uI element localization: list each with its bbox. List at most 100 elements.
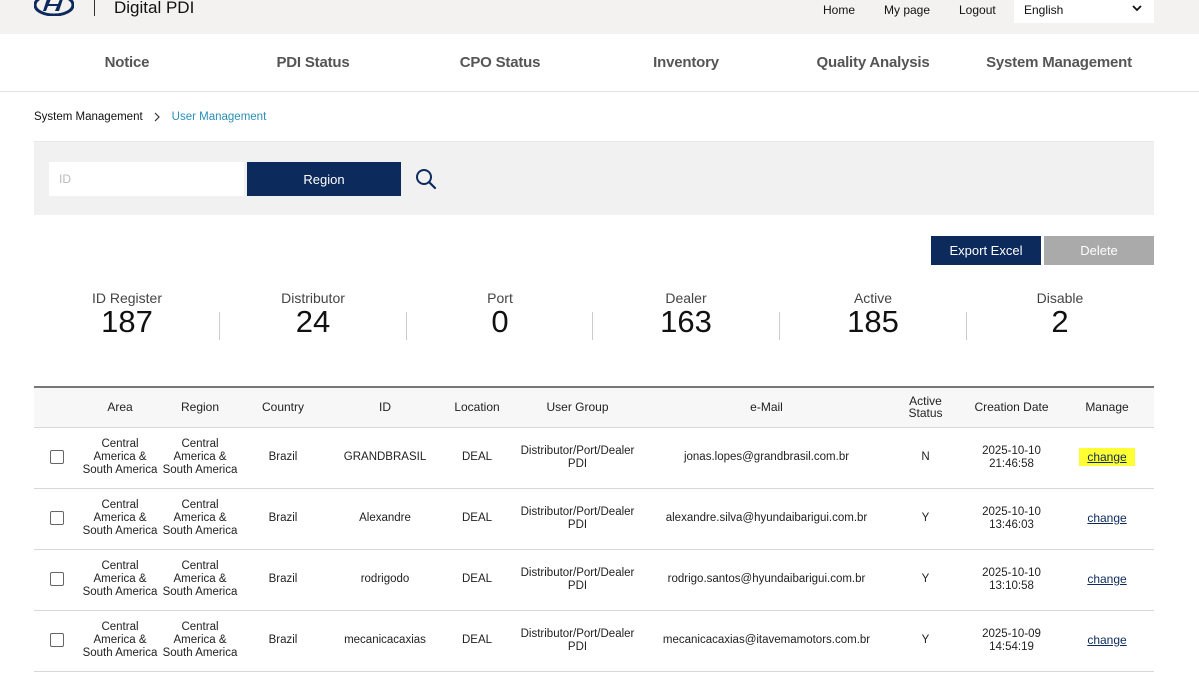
language-select[interactable]: English xyxy=(1014,0,1154,23)
hyundai-logo[interactable] xyxy=(34,0,74,16)
stat-value: 163 xyxy=(660,304,712,339)
col-location: Location xyxy=(454,400,500,415)
export-excel-button[interactable]: Export Excel xyxy=(931,236,1041,265)
stat-disable: Disable 2 xyxy=(967,290,1153,338)
cell-manage: change xyxy=(1060,610,1154,671)
home-link[interactable]: Home xyxy=(823,3,855,17)
cell-email: rodrigo.santos@hyundaibarigui.com.br xyxy=(667,573,866,585)
delete-button[interactable]: Delete xyxy=(1044,236,1154,265)
cell-region: Central America & South America xyxy=(162,499,238,537)
cell-area: Central America & South America xyxy=(82,438,158,476)
stat-value: 24 xyxy=(295,304,331,339)
my-page-link[interactable]: My page xyxy=(884,3,930,17)
cell-email: mecanicacaxias@itavemamotors.com.br xyxy=(662,634,871,646)
logo-divider xyxy=(94,0,95,16)
cell-id: mecanicacaxias xyxy=(344,634,426,646)
col-user-group: User Group xyxy=(546,400,609,415)
nav-pdi-status[interactable]: PDI Status xyxy=(213,54,413,71)
row-checkbox[interactable] xyxy=(50,572,64,587)
cell-creation-date: 2025-10-10 13:10:58 xyxy=(963,549,1060,610)
cell-location: DEAL xyxy=(461,573,493,585)
col-active-status: Active Status xyxy=(908,394,943,421)
breadcrumb-current: User Management xyxy=(171,111,267,123)
main-nav: Notice PDI Status CPO Status Inventory Q… xyxy=(0,34,1199,92)
creation-date: 2025-10-09 xyxy=(982,627,1041,640)
change-link[interactable]: change xyxy=(1079,570,1134,588)
change-link[interactable]: change xyxy=(1079,509,1134,527)
cell-manage: change xyxy=(1060,488,1154,549)
stat-active: Active 185 xyxy=(780,290,966,338)
user-table: Area Region Country ID Location User Gro… xyxy=(34,386,1154,672)
nav-notice[interactable]: Notice xyxy=(27,54,227,71)
col-manage: Manage xyxy=(1085,400,1129,415)
cell-location: DEAL xyxy=(461,634,493,646)
nav-cpo-status[interactable]: CPO Status xyxy=(400,54,600,71)
creation-time: 13:46:03 xyxy=(989,518,1034,531)
breadcrumb-parent[interactable]: System Management xyxy=(34,111,143,123)
cell-id: rodrigodo xyxy=(360,573,410,585)
stat-value: 0 xyxy=(491,304,509,339)
search-icon[interactable] xyxy=(414,167,438,191)
cell-area: Central America & South America xyxy=(82,499,158,537)
col-select xyxy=(34,387,80,427)
id-search-input[interactable] xyxy=(49,162,244,196)
creation-time: 14:54:19 xyxy=(989,640,1034,653)
language-value: English xyxy=(1024,3,1064,17)
stat-value: 187 xyxy=(101,304,153,339)
nav-inventory[interactable]: Inventory xyxy=(586,54,786,71)
stat-port: Port 0 xyxy=(407,290,593,338)
search-panel: Region xyxy=(34,141,1154,215)
cell-region: Central America & South America xyxy=(162,438,238,476)
table-row: Central America & South America Central … xyxy=(34,488,1154,549)
cell-active-status: Y xyxy=(921,634,930,646)
table-row: Central America & South America Central … xyxy=(34,549,1154,610)
app-title: Digital PDI xyxy=(114,0,195,17)
logout-link[interactable]: Logout xyxy=(959,3,996,17)
cell-country: Brazil xyxy=(268,451,298,463)
col-country: Country xyxy=(261,400,305,415)
table-row: Central America & South America Central … xyxy=(34,427,1154,488)
nav-quality-analysis[interactable]: Quality Analysis xyxy=(773,54,973,71)
cell-region: Central America & South America xyxy=(162,621,238,659)
row-select xyxy=(34,427,80,488)
cell-region: Central America & South America xyxy=(162,560,238,598)
col-creation-date: Creation Date xyxy=(974,400,1049,415)
cell-creation-date: 2025-10-10 13:46:03 xyxy=(963,488,1060,549)
change-link[interactable]: change xyxy=(1079,447,1135,466)
cell-country: Brazil xyxy=(268,634,298,646)
nav-system-management[interactable]: System Management xyxy=(959,54,1159,71)
stat-distributor: Distributor 24 xyxy=(220,290,406,338)
cell-location: DEAL xyxy=(461,451,493,463)
col-area: Area xyxy=(107,400,133,415)
cell-manage: change xyxy=(1060,427,1154,488)
cell-creation-date: 2025-10-10 21:46:58 xyxy=(963,427,1060,488)
col-email: e-Mail xyxy=(750,400,783,415)
stat-dealer: Dealer 163 xyxy=(593,290,779,338)
cell-email: jonas.lopes@grandbrasil.com.br xyxy=(683,451,850,463)
stats-summary: ID Register 187 Distributor 24 Port 0 De… xyxy=(34,290,1154,350)
row-select xyxy=(34,488,80,549)
cell-email: alexandre.silva@hyundaibarigui.com.br xyxy=(665,512,868,524)
cell-creation-date: 2025-10-09 14:54:19 xyxy=(963,610,1060,671)
cell-id: GRANDBRASIL xyxy=(343,451,427,463)
cell-location: DEAL xyxy=(461,512,493,524)
creation-time: 13:10:58 xyxy=(989,579,1034,592)
row-select xyxy=(34,549,80,610)
stat-value: 2 xyxy=(1051,304,1069,339)
row-checkbox[interactable] xyxy=(50,511,64,526)
cell-user-group: Distributor/Port/Dealer PDI xyxy=(520,566,635,592)
cell-area: Central America & South America xyxy=(82,560,158,598)
region-button[interactable]: Region xyxy=(247,162,401,196)
row-select xyxy=(34,610,80,671)
stat-id-register: ID Register 187 xyxy=(34,290,220,338)
row-checkbox[interactable] xyxy=(50,633,64,648)
chevron-right-icon xyxy=(154,112,160,122)
row-checkbox[interactable] xyxy=(50,450,64,465)
cell-active-status: Y xyxy=(921,512,930,524)
cell-id: Alexandre xyxy=(359,512,411,524)
cell-area: Central America & South America xyxy=(82,621,158,659)
col-region: Region xyxy=(180,400,220,415)
creation-date: 2025-10-10 xyxy=(982,566,1041,579)
change-link[interactable]: change xyxy=(1079,631,1134,649)
creation-date: 2025-10-10 xyxy=(982,444,1041,457)
